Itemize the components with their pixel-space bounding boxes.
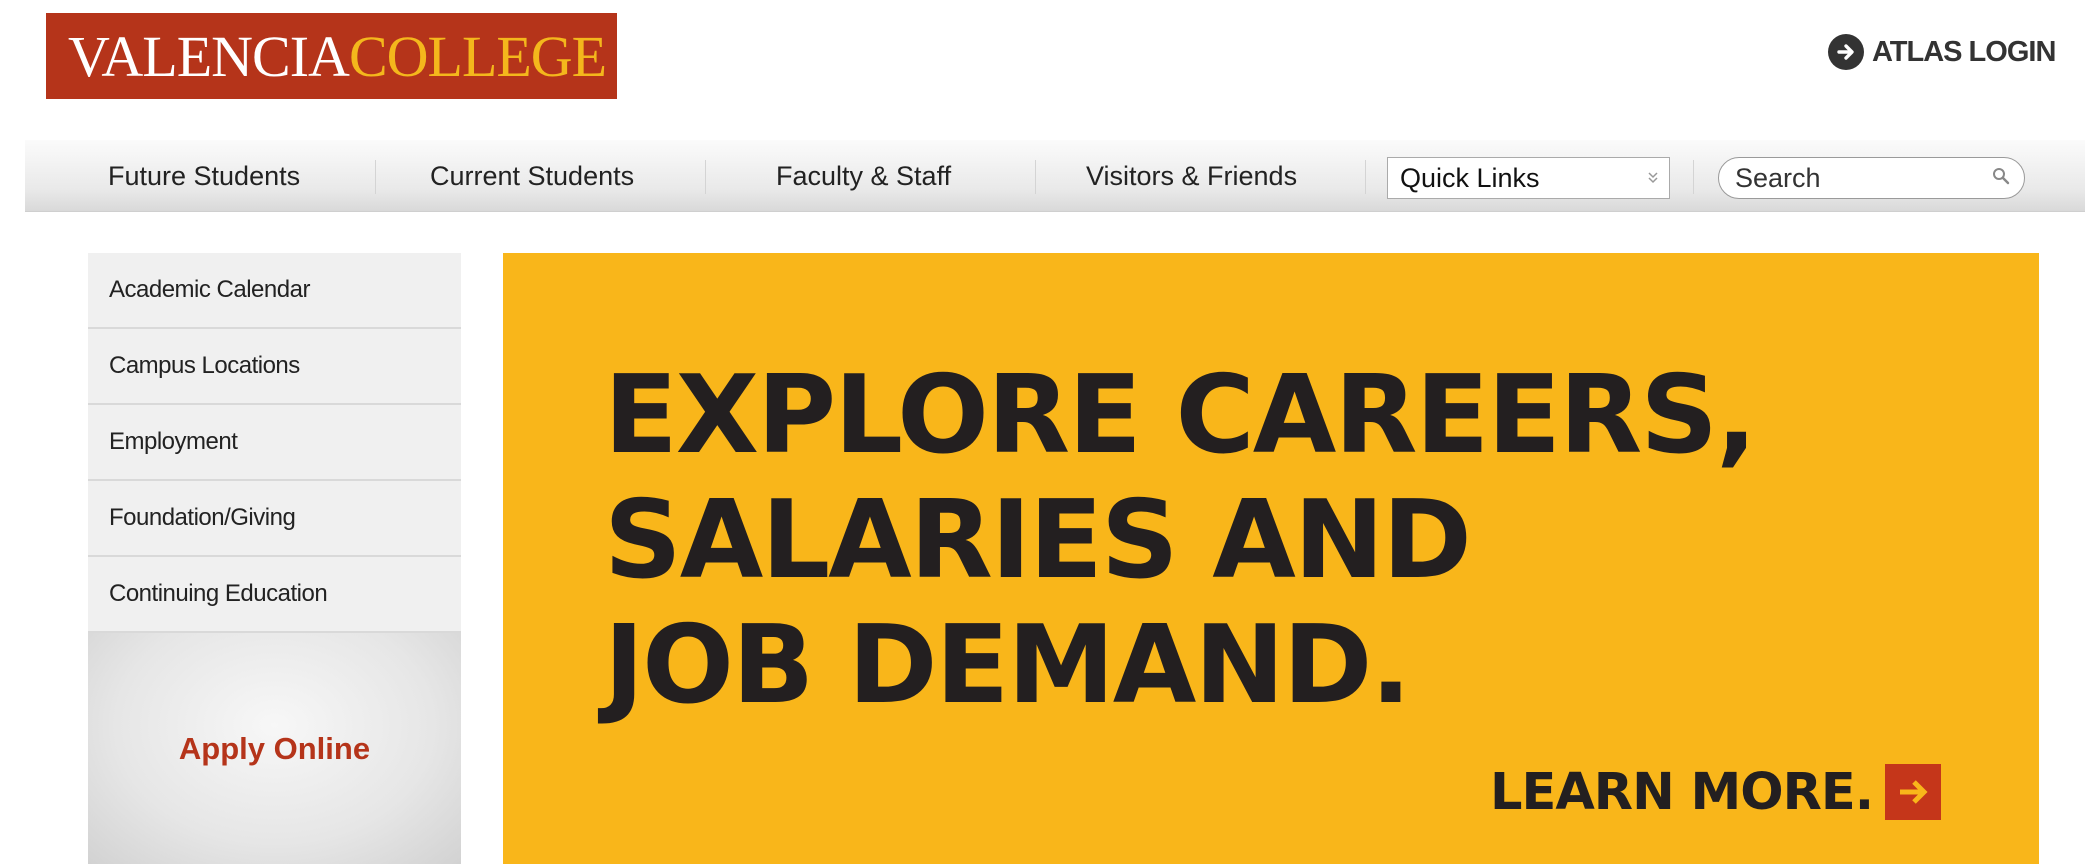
hero-banner[interactable]: EXPLORE CAREERS, SALARIES AND JOB DEMAND… <box>503 253 2039 864</box>
nav-divider <box>705 160 706 194</box>
nav-visitors-friends[interactable]: Visitors & Friends <box>1086 140 1297 212</box>
sidebar-item-campus-locations[interactable]: Campus Locations <box>88 329 461 405</box>
sidebar-item-foundation-giving[interactable]: Foundation/Giving <box>88 481 461 557</box>
atlas-login-label: ATLAS LOGIN <box>1872 35 2056 68</box>
nav-future-students[interactable]: Future Students <box>108 140 300 212</box>
arrow-circle-right-icon <box>1828 34 1864 70</box>
sidebar: Academic Calendar Campus Locations Emplo… <box>88 253 461 864</box>
sidebar-item-continuing-education[interactable]: Continuing Education <box>88 557 461 633</box>
learn-more-label: LEARN MORE. <box>1490 762 1874 822</box>
apply-online-box: Apply Online <box>88 633 461 864</box>
hero-line: EXPLORE CAREERS, <box>604 353 1757 478</box>
nav-divider <box>1035 160 1036 194</box>
nav-faculty-staff[interactable]: Faculty & Staff <box>776 140 951 212</box>
nav-divider <box>1365 160 1366 194</box>
nav-divider <box>1693 160 1694 194</box>
nav-current-students[interactable]: Current Students <box>430 140 634 212</box>
search-icon[interactable] <box>1992 167 2010 190</box>
logo-word-valencia: VALENCIA <box>68 23 350 89</box>
learn-more-link[interactable]: LEARN MORE. <box>1490 762 1942 822</box>
quick-links-select[interactable]: Quick Links <box>1387 157 1670 199</box>
search-input[interactable] <box>1735 162 1975 194</box>
arrow-right-icon <box>1885 764 1942 820</box>
atlas-login-link[interactable]: ATLAS LOGIN <box>1828 34 2056 70</box>
logo-word-college: COLLEGE <box>348 23 607 89</box>
chevron-down-icon <box>1647 170 1659 187</box>
apply-online-link[interactable]: Apply Online <box>179 731 370 767</box>
hero-line: JOB DEMAND. <box>604 603 1411 728</box>
sidebar-item-academic-calendar[interactable]: Academic Calendar <box>88 253 461 329</box>
college-logo[interactable]: VALENCIA COLLEGE <box>46 13 617 99</box>
search-box <box>1718 157 2025 199</box>
hero-line: SALARIES AND <box>604 478 1472 603</box>
nav-divider <box>375 160 376 194</box>
quick-links-value: Quick Links <box>1400 162 1540 193</box>
sidebar-item-employment[interactable]: Employment <box>88 405 461 481</box>
hero-headline: EXPLORE CAREERS, SALARIES AND JOB DEMAND… <box>604 353 1904 728</box>
